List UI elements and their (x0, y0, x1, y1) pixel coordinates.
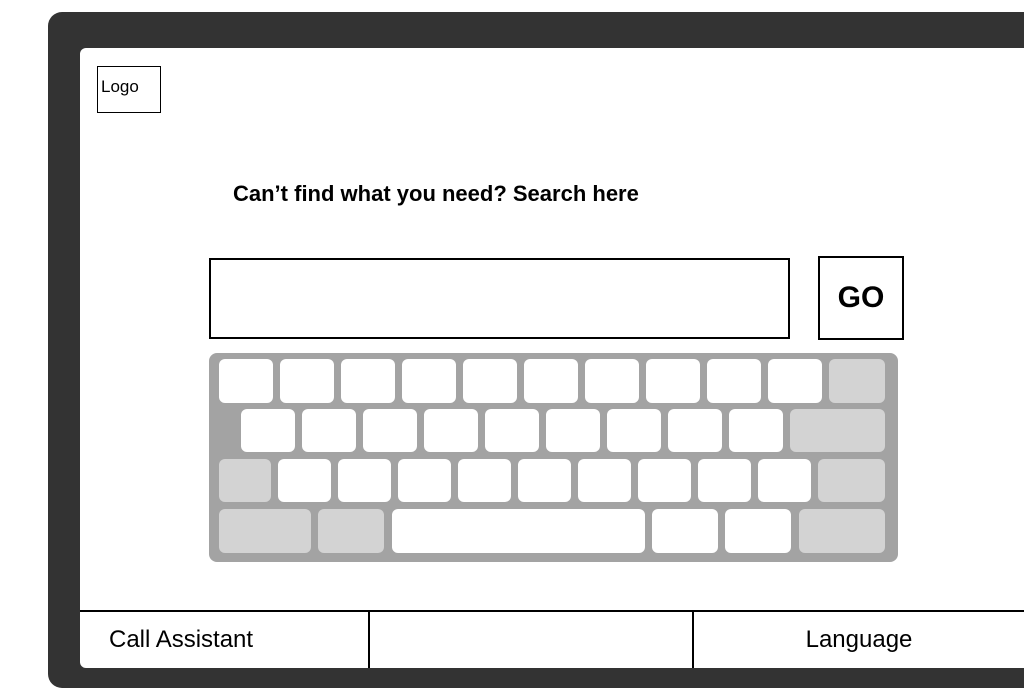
keyboard-function-key[interactable] (318, 509, 384, 553)
search-input[interactable] (209, 258, 790, 339)
keyboard-key[interactable] (485, 409, 539, 452)
keyboard-key[interactable] (518, 459, 571, 502)
keyboard-key[interactable] (402, 359, 456, 403)
keyboard-key[interactable] (768, 359, 822, 403)
keyboard-key[interactable] (458, 459, 511, 502)
keyboard-key[interactable] (758, 459, 811, 502)
keyboard-key[interactable] (725, 509, 791, 553)
keyboard-key[interactable] (546, 409, 600, 452)
keyboard-key[interactable] (652, 509, 718, 553)
keyboard-key[interactable] (278, 459, 331, 502)
keyboard-key[interactable] (638, 459, 691, 502)
keyboard-backspace-key[interactable] (829, 359, 885, 403)
keyboard-key[interactable] (424, 409, 478, 452)
keyboard-key[interactable] (668, 409, 722, 452)
keyboard-key[interactable] (363, 409, 417, 452)
keyboard-key[interactable] (463, 359, 517, 403)
bottom-bar: Call Assistant Language (80, 610, 1024, 668)
keyboard-key[interactable] (302, 409, 356, 452)
keyboard-shift-key[interactable] (219, 459, 271, 502)
keyboard-key[interactable] (241, 409, 295, 452)
keyboard-key[interactable] (646, 359, 700, 403)
keyboard-key[interactable] (398, 459, 451, 502)
search-heading: Can’t find what you need? Search here (233, 181, 639, 206)
call-assistant-button[interactable]: Call Assistant (80, 612, 370, 668)
go-button[interactable]: GO (818, 256, 904, 340)
keyboard-key[interactable] (524, 359, 578, 403)
keyboard-key[interactable] (698, 459, 751, 502)
keyboard-key[interactable] (338, 459, 391, 502)
keyboard-key[interactable] (607, 409, 661, 452)
logo: Logo (97, 66, 161, 113)
call-assistant-label: Call Assistant (109, 626, 254, 653)
keyboard-function-key[interactable] (219, 509, 311, 553)
keyboard-shift-key[interactable] (818, 459, 885, 502)
keyboard-key[interactable] (585, 359, 639, 403)
keyboard-key[interactable] (219, 359, 273, 403)
language-label: Language (805, 626, 913, 653)
keyboard-key[interactable] (280, 359, 334, 403)
keyboard-function-key[interactable] (799, 509, 885, 553)
bottom-bar-middle-cell (370, 612, 694, 668)
keyboard-key[interactable] (578, 459, 631, 502)
on-screen-keyboard (209, 353, 898, 562)
keyboard-space-key[interactable] (392, 509, 645, 553)
keyboard-key[interactable] (707, 359, 761, 403)
language-button[interactable]: Language (694, 612, 1024, 668)
kiosk-screen: Logo Can’t find what you need? Search he… (80, 48, 1024, 668)
keyboard-key[interactable] (341, 359, 395, 403)
keyboard-enter-key[interactable] (790, 409, 885, 452)
keyboard-key[interactable] (729, 409, 783, 452)
